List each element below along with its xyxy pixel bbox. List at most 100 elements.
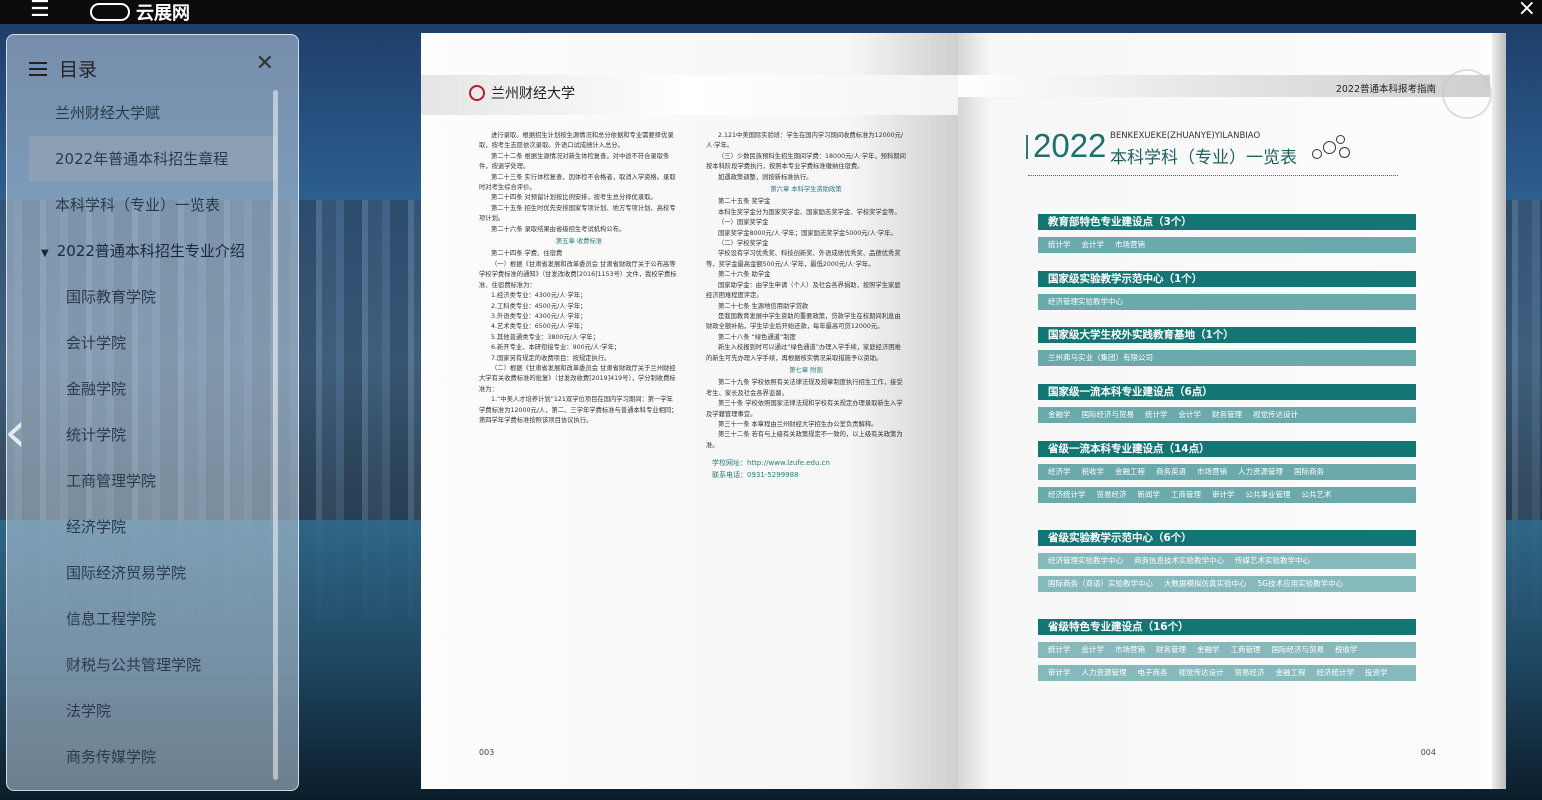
paragraph: 第二十九条 学校依照有关法律法规及规章制度执行招生工作，接受考生、家长及社会各界…: [706, 379, 903, 397]
paragraph: 第三十二条 若有与上级有关政策规定不一致的，以上级有关政策为准。: [706, 431, 903, 449]
section-heading: 第五章 收费标准: [555, 238, 603, 246]
category-row: 审计学 人力资源管理 电子商务 视觉传达设计 贸易经济 金融工程 经济统计学 投资学: [1038, 665, 1416, 681]
toc-sidebar: 目录 ✕ 兰州财经大学赋 2022年普通本科招生章程 本科学科（专业）一览表 ▼ 202…: [6, 34, 299, 791]
text-column-a: 进行录取。根据招生计划按生源情况和总分依据和专业需要择优录取，按考生志愿依次录取…: [479, 131, 679, 426]
close-icon[interactable]: ×: [1518, 0, 1536, 21]
page-left[interactable]: 兰州财经大学 进行录取。根据招生计划按生源情况和总分依据和专业需要择优录取，按考…: [421, 33, 958, 789]
menu-icon[interactable]: ☰: [30, 0, 50, 22]
prev-page-icon[interactable]: ‹: [4, 400, 26, 465]
category-heading: 省级实验教学示范中心（6个）: [1038, 530, 1416, 546]
major-item: 会计学: [1081, 645, 1105, 654]
major-item: 商务信息技术实验教学中心: [1134, 556, 1224, 565]
category-heading: 国家级一流本科专业建设点（6点）: [1038, 384, 1416, 400]
toc-item[interactable]: 会计学院: [7, 320, 277, 366]
major-item: 传媒艺术实验教学中心: [1235, 556, 1310, 565]
category-heading: 省级特色专业建设点（16个）: [1038, 619, 1416, 635]
major-item: 贸易经济: [1234, 668, 1265, 677]
toc-scrollbar[interactable]: [273, 90, 278, 780]
title-divider: [1028, 175, 1398, 176]
title-year: 2022: [1033, 127, 1107, 164]
toc-item[interactable]: ▼ 2022普通本科招生专业介绍: [7, 228, 277, 274]
toc-item[interactable]: 经济学院: [7, 504, 277, 550]
title-pinyin: BENKEXUEKE(ZHUANYE)YILANBIAO: [1110, 131, 1261, 141]
paragraph: （二）学校奖学金: [718, 240, 769, 248]
category-row: 金融学 国际经济与贸易 统计学 会计学 财务管理 视觉传达设计: [1038, 407, 1416, 423]
toc-item-label: 统计学院: [66, 426, 127, 444]
toc-item[interactable]: 兰州财经大学赋: [7, 90, 277, 136]
toc-item-label: 会计学院: [66, 334, 127, 352]
major-item: 金融学: [1197, 645, 1220, 654]
major-item: 金融学: [1048, 410, 1071, 419]
category-row: 经济管理实验教学中心: [1038, 294, 1416, 310]
toc-title: 目录: [59, 59, 98, 81]
page-right[interactable]: 2022普通本科报考指南 2022 BENKEXUEKE(ZHUANYE)YIL…: [958, 33, 1506, 789]
major-item: 国际商务: [1294, 467, 1324, 476]
page-number-right: 004: [1420, 748, 1436, 757]
major-item: 市场营销: [1197, 467, 1227, 476]
major-item: 人力资源管理: [1238, 467, 1283, 476]
toc-item[interactable]: 金融学院: [7, 366, 277, 412]
major-item: 金融工程: [1275, 668, 1306, 677]
paragraph: 是我国教育发展中学生资助的重要政策，贷款学生在校期间利息由财政全额补贴，学生毕业…: [706, 312, 901, 331]
paragraph: 如遇政策调整，则按新标准执行。: [718, 173, 813, 181]
toc-item[interactable]: 信息工程学院: [7, 596, 277, 642]
toc-item[interactable]: 法学院: [7, 688, 277, 734]
major-item: 财务管理: [1156, 645, 1186, 654]
paragraph: 6.新开专业、本研衔接专业：900元/人·学年；: [491, 344, 621, 352]
toc-item[interactable]: 本科学科（专业）一览表: [7, 182, 277, 228]
toc-item[interactable]: 国际经济贸易学院: [7, 550, 277, 596]
major-item: 大数据模拟仿真实验中心: [1164, 579, 1247, 588]
toc-item[interactable]: 商务传媒学院: [7, 734, 277, 780]
toc-item[interactable]: 统计学院: [7, 412, 277, 458]
flipbook: 兰州财经大学 进行录取。根据招生计划按生源情况和总分依据和专业需要择优录取，按考…: [421, 33, 1506, 789]
text-column-b: 2.121中美国际实验班：学生在国内学习期间收费标准为12000元/人·学年。 （…: [706, 131, 906, 481]
guide-header: 2022普通本科报考指南: [1335, 84, 1436, 95]
title-main: 本科学科（专业）一览表: [1110, 148, 1297, 168]
paragraph: 第二十四条 学费、住宿费: [491, 250, 563, 258]
paragraph: 第二十五条 招生时优先安排国家专项计划、地方专项计划、高校专项计划。: [479, 204, 676, 223]
major-item: 金融工程: [1115, 467, 1145, 476]
major-item: 会计学: [1081, 240, 1105, 249]
paragraph: 第二十二条 根据生源情况对新生体检复查。对中途不符合录取条件，按退学处理。: [479, 152, 670, 171]
major-item: 审计学: [1212, 490, 1235, 499]
caret-down-icon[interactable]: ▼: [41, 248, 49, 259]
website-link[interactable]: 学校网址：http://www.lzufe.edu.cn: [712, 457, 906, 469]
paragraph: 第二十八条 “绿色通道”制度: [718, 333, 796, 341]
category-row: 经济学 税收学 金融工程 商务英语 市场营销 人力资源管理 国际商务: [1038, 464, 1416, 480]
page-number-left: 003: [479, 748, 495, 757]
major-item: 国际经济与贸易: [1081, 410, 1135, 419]
paragraph: 第二十五条 奖学金: [718, 198, 771, 206]
toc-item[interactable]: 国际教育学院: [7, 274, 277, 320]
toc-item-label: 经济学院: [66, 518, 127, 536]
paragraph: 第二十六条 录取结果由省级招生考试机构公布。: [491, 225, 626, 233]
major-item: 税收学: [1335, 645, 1358, 654]
toc-item[interactable]: 2022年普通本科招生章程: [29, 136, 277, 182]
toc-item-label: 法学院: [66, 702, 112, 720]
title-accent: [1026, 135, 1028, 159]
paragraph: 国家助学金：由学生申请（个人）及社会各界捐助，按照学生家庭经济困难程度评定。: [706, 281, 901, 300]
major-item: 国际商务（双语）实验教学中心: [1048, 579, 1153, 588]
major-item: 统计学: [1145, 410, 1168, 419]
category-block: 教育部特色专业建设点（3个） 统计学 会计学 市场营销: [1038, 214, 1416, 253]
major-item: 工商管理: [1230, 645, 1261, 654]
toc-item-label: 商务传媒学院: [66, 748, 157, 766]
major-item: 电子商务: [1137, 668, 1168, 677]
category-block: 省级实验教学示范中心（6个） 经济管理实验教学中心 商务信息技术实验教学中心 传媒艺术…: [1038, 530, 1416, 592]
paragraph: 本科生奖学金分为国家奖学金、国家励志奖学金、学校奖学金等。: [718, 208, 901, 216]
major-item: 市场营销: [1115, 645, 1145, 654]
major-item: 市场营销: [1115, 240, 1145, 249]
category-block: 国家级一流本科专业建设点（6点） 金融学 国际经济与贸易 统计学 会计学 财务管理 视觉传达…: [1038, 384, 1416, 423]
toc-item[interactable]: 财税与公共管理学院: [7, 642, 277, 688]
toc-close-icon[interactable]: ✕: [256, 51, 274, 76]
paragraph: 5.其他普通类专业：3800元/人·学年；: [491, 333, 600, 341]
major-item: 经济管理实验教学中心: [1048, 297, 1123, 306]
category-block: 国家级大学生校外实践教育基地（1个） 兰州弗马实业（集团）有限公司: [1038, 327, 1416, 366]
major-item: 公共艺术: [1301, 490, 1332, 499]
list-icon: [29, 61, 47, 76]
major-item: 国际经济与贸易: [1271, 645, 1325, 654]
cloud-icon: [90, 3, 130, 21]
paragraph: 第二十四条 对预留计划按比例安排，按考生总分择优录取。: [491, 194, 657, 202]
paragraph: 第二十七条 生源地信用助学贷款: [718, 302, 809, 310]
major-item: 新闻学: [1137, 490, 1161, 499]
toc-item[interactable]: 工商管理学院: [7, 458, 277, 504]
